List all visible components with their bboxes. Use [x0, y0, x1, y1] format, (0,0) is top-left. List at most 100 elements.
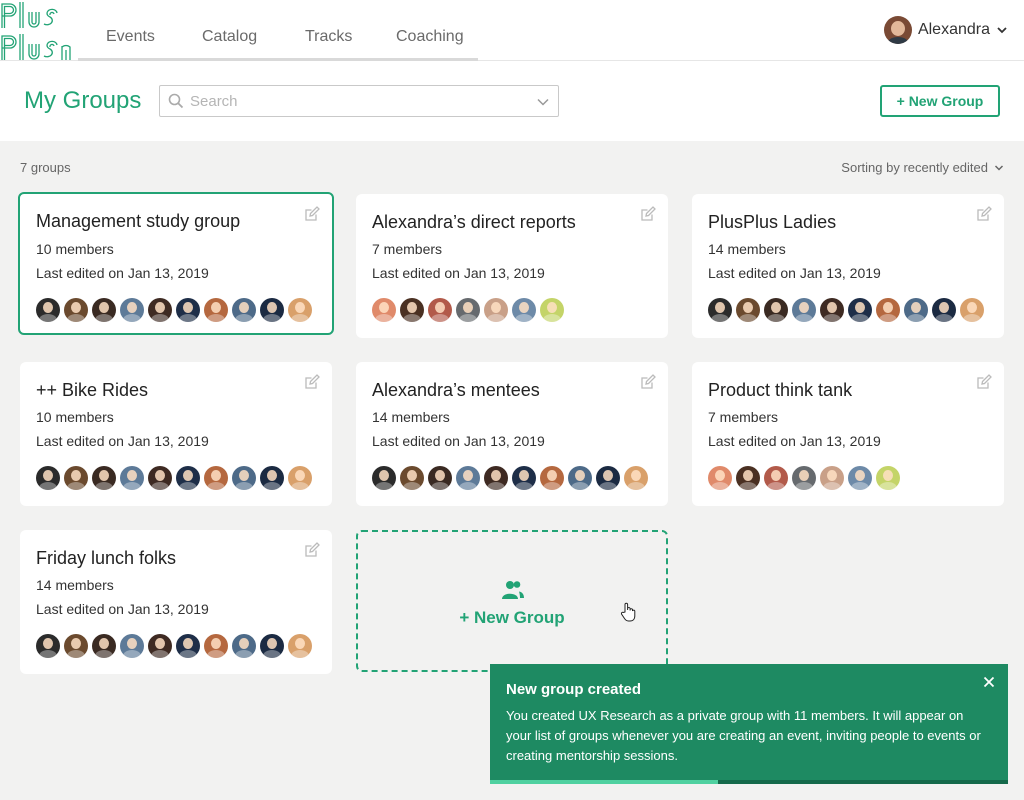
- edit-icon[interactable]: [976, 206, 992, 222]
- tab-catalog[interactable]: Catalog: [202, 28, 257, 46]
- toast-notification: New group created You created UX Researc…: [490, 664, 1008, 784]
- edit-icon[interactable]: [304, 374, 320, 390]
- member-avatar: [372, 466, 396, 490]
- member-avatar: [288, 634, 312, 658]
- member-avatar: [288, 466, 312, 490]
- member-avatar: [36, 466, 60, 490]
- member-avatar: [288, 298, 312, 322]
- member-avatar: [876, 298, 900, 322]
- group-card[interactable]: Friday lunch folks 14 members Last edited …: [20, 530, 332, 674]
- edit-icon[interactable]: [640, 374, 656, 390]
- chevron-down-icon[interactable]: [536, 95, 550, 109]
- group-last-edited: Last edited on Jan 13, 2019: [36, 433, 209, 449]
- group-member-count: 7 members: [372, 241, 443, 257]
- group-last-edited: Last edited on Jan 13, 2019: [708, 433, 881, 449]
- toast-progress-fill: [490, 780, 718, 784]
- group-icon: [502, 581, 524, 599]
- edit-icon[interactable]: [304, 542, 320, 558]
- toast-title: New group created: [506, 681, 642, 698]
- member-avatar: [120, 298, 144, 322]
- group-name: Alexandra’s direct reports: [372, 212, 576, 232]
- group-last-edited: Last edited on Jan 13, 2019: [708, 265, 881, 281]
- member-avatar: [456, 298, 480, 322]
- group-last-edited: Last edited on Jan 13, 2019: [372, 433, 545, 449]
- close-icon[interactable]: [980, 673, 998, 691]
- group-member-count: 14 members: [36, 577, 114, 593]
- group-name: ++ Bike Rides: [36, 380, 149, 400]
- member-avatar: [820, 298, 844, 322]
- group-member-count: 14 members: [372, 409, 450, 425]
- member-avatars: [708, 298, 988, 322]
- group-member-count: 10 members: [36, 409, 114, 425]
- search-icon: [168, 93, 184, 109]
- member-avatar: [148, 298, 172, 322]
- group-card[interactable]: Management study group 10 members Last edi…: [18, 192, 334, 335]
- member-avatar: [148, 634, 172, 658]
- tab-events[interactable]: Events: [106, 28, 155, 46]
- search-input[interactable]: [190, 86, 520, 116]
- member-avatar: [92, 466, 116, 490]
- member-avatars: [372, 466, 652, 490]
- new-group-button[interactable]: + New Group: [880, 85, 1000, 117]
- member-avatar: [708, 298, 732, 322]
- group-card[interactable]: Product think tank 7 members Last edited o…: [692, 362, 1004, 506]
- member-avatar: [92, 634, 116, 658]
- page-header: My Groups + New Group: [0, 61, 1024, 141]
- member-avatar: [120, 466, 144, 490]
- member-avatar: [176, 634, 200, 658]
- sort-dropdown[interactable]: Sorting by recently edited: [841, 160, 1004, 175]
- member-avatar: [400, 298, 424, 322]
- member-avatar: [36, 634, 60, 658]
- member-avatar: [932, 298, 956, 322]
- member-avatar: [708, 466, 732, 490]
- edit-icon[interactable]: [304, 206, 320, 222]
- member-avatar: [176, 466, 200, 490]
- member-avatar: [484, 298, 508, 322]
- member-avatar: [512, 466, 536, 490]
- member-avatar: [372, 298, 396, 322]
- tab-coaching[interactable]: Coaching: [396, 28, 464, 46]
- page-title: My Groups: [24, 87, 142, 114]
- member-avatars: [36, 634, 316, 658]
- member-avatar: [876, 466, 900, 490]
- group-name: Management study group: [36, 211, 241, 231]
- member-avatar: [456, 466, 480, 490]
- tab-tracks[interactable]: Tracks: [305, 28, 352, 46]
- toast-message: You created UX Research as a private gro…: [506, 708, 981, 763]
- member-avatar: [232, 634, 256, 658]
- group-last-edited: Last edited on Jan 13, 2019: [36, 265, 209, 281]
- member-avatar: [820, 466, 844, 490]
- member-avatar: [120, 634, 144, 658]
- member-avatar: [540, 466, 564, 490]
- member-avatar: [596, 466, 620, 490]
- member-avatar: [428, 298, 452, 322]
- search-box[interactable]: [159, 85, 559, 117]
- edit-icon[interactable]: [976, 374, 992, 390]
- member-avatar: [64, 298, 88, 322]
- plusplus-logo[interactable]: [0, 0, 72, 61]
- member-avatars: [372, 298, 568, 322]
- new-group-card[interactable]: + New Group: [356, 530, 668, 672]
- member-avatar: [232, 466, 256, 490]
- edit-icon[interactable]: [640, 206, 656, 222]
- member-avatar: [512, 298, 536, 322]
- group-card[interactable]: ++ Bike Rides 10 members Last edited on Ja…: [20, 362, 332, 506]
- group-card[interactable]: Alexandra’s mentees 14 members Last edited…: [356, 362, 668, 506]
- member-avatar: [92, 298, 116, 322]
- hand-cursor-icon: [620, 602, 636, 622]
- member-avatar: [64, 634, 88, 658]
- user-menu[interactable]: Alexandra: [883, 16, 1008, 44]
- main-nav: Events Catalog Tracks Coaching: [78, 0, 478, 61]
- sort-label: Sorting by recently edited: [841, 160, 988, 175]
- group-last-edited: Last edited on Jan 13, 2019: [36, 601, 209, 617]
- member-avatars: [708, 466, 904, 490]
- group-member-count: 14 members: [708, 241, 786, 257]
- member-avatar: [484, 466, 508, 490]
- member-avatar: [764, 298, 788, 322]
- member-avatar: [176, 298, 200, 322]
- member-avatars: [36, 298, 316, 322]
- group-card[interactable]: PlusPlus Ladies 14 members Last edited on …: [692, 194, 1004, 338]
- member-avatar: [904, 298, 928, 322]
- group-name: PlusPlus Ladies: [708, 212, 837, 232]
- group-card[interactable]: Alexandra’s direct reports 7 members Last …: [356, 194, 668, 338]
